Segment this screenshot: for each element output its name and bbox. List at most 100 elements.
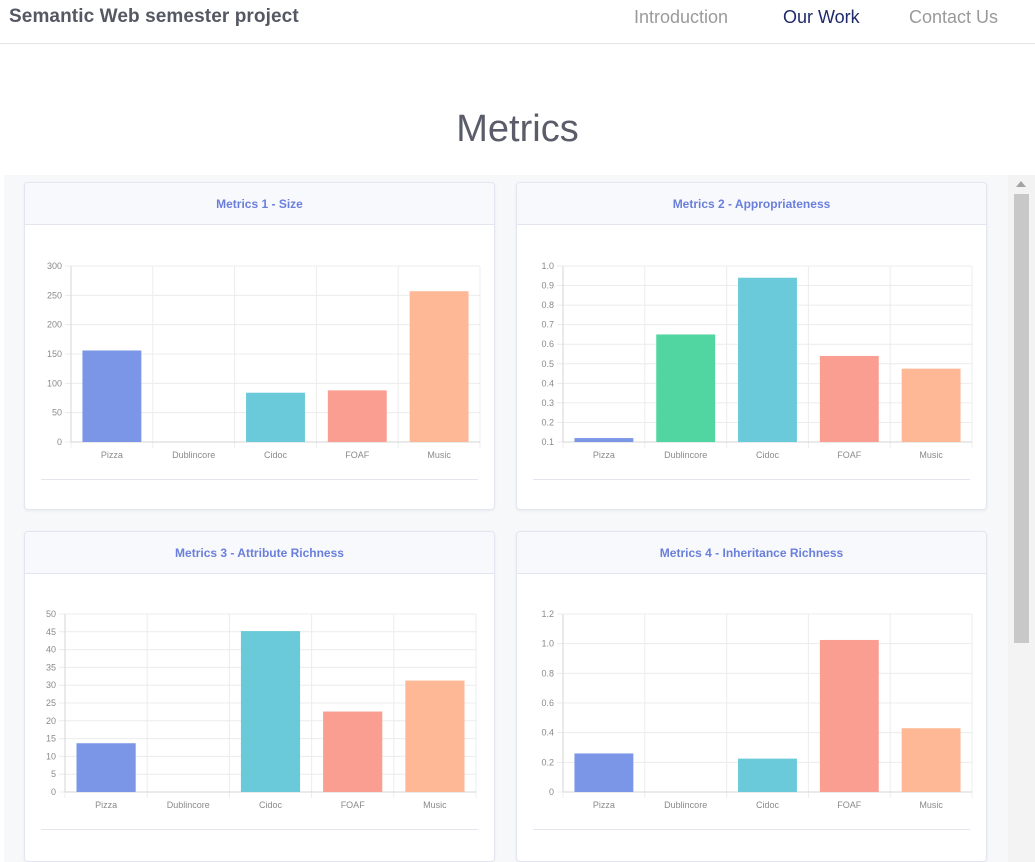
nav-link-introduction[interactable]: Introduction — [634, 7, 728, 28]
y-tick-label: 15 — [46, 734, 56, 744]
card-title: Metrics 2 - Appropriateness — [672, 196, 831, 211]
bar-appropriateness-pizza[interactable] — [574, 438, 634, 442]
bar-chart-size: 0 50 100 150 200 250 300 Pizza Dublincore Cidoc FO… — [47, 261, 481, 460]
y-tick-label: 0.6 — [541, 339, 554, 349]
y-tick-label: 1.0 — [541, 261, 554, 271]
y-tick-label: 20 — [46, 716, 56, 726]
bar-inheritance-richness-cidoc[interactable] — [738, 758, 797, 792]
x-tick-label: Cidoc — [259, 800, 283, 810]
card-divider — [41, 829, 478, 830]
card-title: Metrics 3 - Attribute Richness — [175, 545, 344, 560]
x-tick-label: Dublincore — [664, 450, 707, 460]
y-tick-label: 0 — [57, 437, 62, 447]
x-tick-label: Pizza — [101, 450, 123, 460]
card-header: Metrics 1 - Size — [25, 183, 494, 225]
bar-inheritance-richness-pizza[interactable] — [574, 753, 634, 792]
y-tick-label: 200 — [47, 320, 62, 330]
x-tick-label: FOAF — [837, 450, 862, 460]
x-tick-label: Dublincore — [664, 800, 707, 810]
y-tick-label: 0.6 — [541, 698, 554, 708]
bar-appropriateness-foaf[interactable] — [819, 355, 879, 442]
y-tick-label: 0.4 — [541, 728, 554, 738]
x-tick-label: FOAF — [341, 800, 366, 810]
y-tick-label: 10 — [46, 751, 56, 761]
y-tick-label: 40 — [46, 645, 56, 655]
y-tick-label: 0.2 — [541, 757, 554, 767]
y-tick-label: 30 — [46, 680, 56, 690]
x-tick-label: Cidoc — [756, 450, 780, 460]
x-tick-label: Pizza — [593, 450, 615, 460]
bar-appropriateness-music[interactable] — [901, 368, 961, 442]
y-tick-label: 0.2 — [541, 417, 554, 427]
bar-chart-inheritance-richness: 0 0.2 0.4 0.6 0.8 1.0 1.2 Pizza Dublincore Cidoc F… — [541, 609, 973, 810]
y-tick-label: 0.3 — [541, 398, 554, 408]
y-tick-label: 0 — [51, 787, 56, 797]
y-tick-label: 0.4 — [541, 378, 554, 388]
x-tick-label: Music — [427, 450, 451, 460]
y-tick-label: 0.8 — [541, 300, 554, 310]
bar-inheritance-richness-foaf[interactable] — [819, 639, 879, 792]
metrics-card-appropriateness: Metrics 2 - Appropriateness 0.1 0.2 0.3 0.4… — [516, 182, 987, 510]
x-tick-label: Cidoc — [264, 450, 288, 460]
y-tick-label: 0.7 — [541, 320, 554, 330]
y-tick-label: 0.8 — [541, 668, 554, 678]
bar-attribute-richness-foaf[interactable] — [323, 711, 383, 792]
navbar: Semantic Web semester project Introducti… — [0, 0, 1035, 44]
card-divider — [41, 479, 478, 480]
nav-link-contact-us[interactable]: Contact Us — [909, 7, 998, 28]
metrics-card-attribute-richness: Metrics 3 - Attribute Richness 0 5 10 15 20 2… — [24, 531, 495, 862]
metrics-card-inheritance-richness: Metrics 4 - Inheritance Richness 0 0.2 0.4… — [516, 531, 987, 862]
y-tick-label: 0.9 — [541, 281, 554, 291]
bar-appropriateness-dublincore[interactable] — [656, 334, 716, 442]
y-tick-label: 0.1 — [541, 437, 554, 447]
x-tick-label: Music — [423, 800, 447, 810]
y-tick-label: 150 — [47, 349, 62, 359]
x-tick-label: FOAF — [345, 450, 370, 460]
scrollbar-thumb[interactable] — [1014, 194, 1029, 643]
y-tick-label: 0.5 — [541, 359, 554, 369]
section-title: Metrics — [456, 108, 579, 150]
x-tick-label: Dublincore — [167, 800, 210, 810]
x-tick-label: FOAF — [837, 800, 862, 810]
card-title: Metrics 4 - Inheritance Richness — [659, 545, 844, 560]
y-tick-label: 300 — [47, 261, 62, 271]
x-tick-label: Music — [919, 450, 943, 460]
bar-appropriateness-cidoc[interactable] — [738, 277, 797, 442]
x-tick-label: Dublincore — [172, 450, 215, 460]
x-tick-label: Cidoc — [756, 800, 780, 810]
metrics-scroll-region[interactable]: Metrics 1 - Size 0 50 100 150 200 250 300 Pizza… — [4, 175, 1035, 862]
bar-attribute-richness-music[interactable] — [405, 680, 465, 792]
x-tick-label: Pizza — [95, 800, 117, 810]
card-divider — [533, 829, 970, 830]
card-title: Metrics 1 - Size — [216, 196, 303, 211]
y-tick-label: 25 — [46, 698, 56, 708]
y-tick-label: 50 — [52, 408, 62, 418]
bar-attribute-richness-pizza[interactable] — [76, 743, 136, 792]
brand-title[interactable]: Semantic Web semester project — [9, 6, 299, 28]
scrollbar[interactable] — [1008, 175, 1035, 862]
bar-chart-attribute-richness: 0 5 10 15 20 25 30 35 40 45 50 Pizza Dublincore Cidoc… — [46, 609, 477, 810]
y-tick-label: 100 — [47, 378, 62, 388]
bar-chart-appropriateness: 0.1 0.2 0.3 0.4 0.5 0.6 0.7 0.8 0.9 1.0 Pizza Dubli… — [541, 261, 973, 460]
card-header: Metrics 3 - Attribute Richness — [25, 532, 494, 574]
y-tick-label: 5 — [51, 769, 56, 779]
bar-inheritance-richness-music[interactable] — [901, 728, 961, 792]
x-tick-label: Pizza — [593, 800, 615, 810]
bar-size-pizza[interactable] — [82, 350, 142, 442]
metrics-card-size: Metrics 1 - Size 0 50 100 150 200 250 300 Pizza… — [24, 182, 495, 510]
bar-size-cidoc[interactable] — [246, 392, 305, 442]
y-tick-label: 50 — [46, 609, 56, 619]
card-header: Metrics 2 - Appropriateness — [517, 183, 986, 225]
y-tick-label: 35 — [46, 662, 56, 672]
y-tick-label: 1.2 — [541, 609, 554, 619]
scroll-up-arrow-icon[interactable] — [1016, 181, 1026, 187]
card-header: Metrics 4 - Inheritance Richness — [517, 532, 986, 574]
y-tick-label: 1.0 — [541, 639, 554, 649]
bar-attribute-richness-cidoc[interactable] — [240, 631, 301, 792]
bar-size-music[interactable] — [409, 291, 469, 442]
y-tick-label: 250 — [47, 290, 62, 300]
card-divider — [533, 479, 970, 480]
x-tick-label: Music — [919, 800, 943, 810]
bar-size-foaf[interactable] — [327, 390, 387, 442]
nav-link-our-work[interactable]: Our Work — [783, 7, 860, 28]
